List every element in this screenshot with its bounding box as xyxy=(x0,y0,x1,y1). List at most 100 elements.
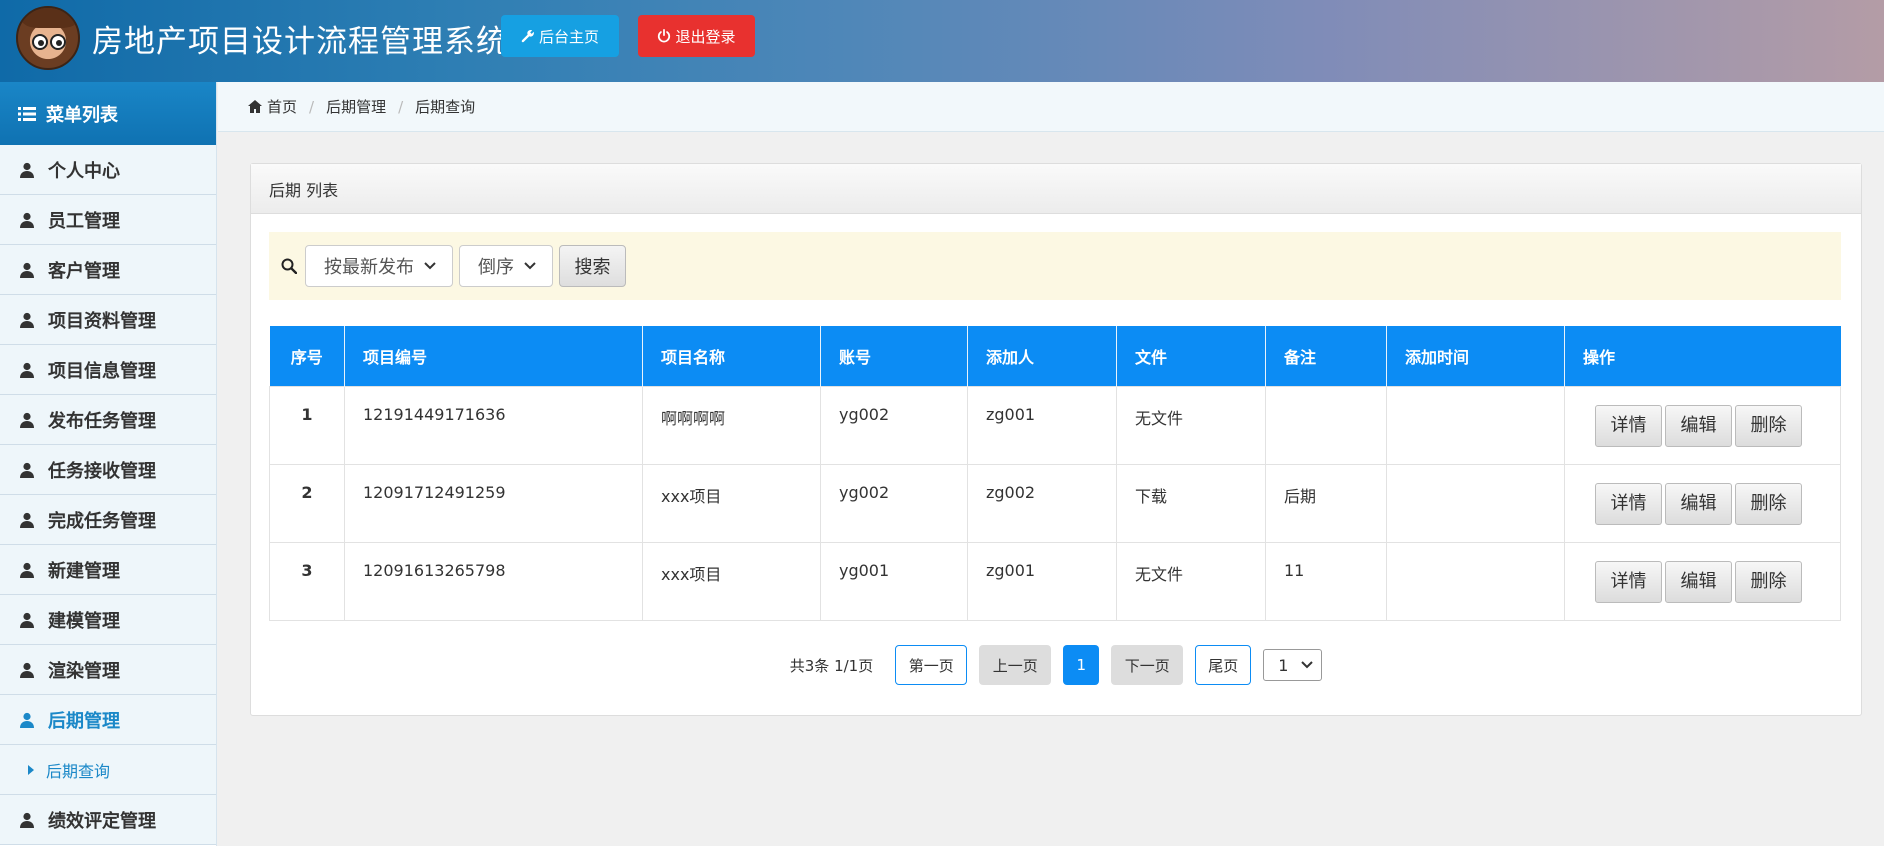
list-panel: 后期 列表 按最新发布 倒序 搜索 序号 项目编号 项目名称 账号 添加人 文件… xyxy=(250,163,1862,716)
chevron-down-icon xyxy=(424,262,436,270)
sidebar-item-label: 完成任务管理 xyxy=(48,510,156,532)
sidebar-item[interactable]: 客户管理 xyxy=(0,245,216,295)
panel-title: 后期 列表 xyxy=(251,164,1861,214)
current-page-button[interactable]: 1 xyxy=(1063,645,1100,685)
sidebar-item[interactable]: 项目信息管理 xyxy=(0,345,216,395)
column-header: 备注 xyxy=(1265,326,1387,386)
sidebar-item[interactable]: 发布任务管理 xyxy=(0,395,216,445)
table-cell-code: 12191449171636 xyxy=(344,385,643,465)
sidebar-item-label: 项目信息管理 xyxy=(48,360,156,382)
sidebar-heading-label: 菜单列表 xyxy=(46,104,118,126)
first-page-button[interactable]: 第一页 xyxy=(895,645,968,685)
table-cell-file: 无文件 xyxy=(1116,541,1266,621)
search-icon xyxy=(281,258,297,274)
table-cell-account: yg002 xyxy=(820,463,968,543)
sidebar-item[interactable]: 任务接收管理 xyxy=(0,445,216,495)
logout-button[interactable]: 退出登录 xyxy=(638,15,755,57)
table-cell-adder: zg001 xyxy=(967,541,1117,621)
breadcrumb-home[interactable]: 首页 xyxy=(267,96,297,117)
delete-button[interactable]: 删除 xyxy=(1735,404,1802,447)
page-select[interactable]: 1 xyxy=(1263,649,1323,681)
table-cell-actions: 详情 编辑 删除 xyxy=(1564,385,1841,465)
column-header: 项目编号 xyxy=(344,326,643,386)
user-icon xyxy=(20,812,34,828)
edit-button[interactable]: 编辑 xyxy=(1665,560,1732,603)
sidebar-item[interactable]: 个人中心 xyxy=(0,145,216,195)
user-icon xyxy=(20,462,34,478)
table-row: 3 12091613265798 xxx项目 yg001 zg001 无文件 11 详情 编辑删… xyxy=(269,541,1841,621)
sidebar-item-label: 发布任务管理 xyxy=(48,410,156,432)
logout-button-label: 退出登录 xyxy=(675,27,736,46)
user-icon xyxy=(20,362,34,378)
search-button[interactable]: 搜索 xyxy=(559,245,626,287)
sidebar-item-label: 项目资料管理 xyxy=(48,310,156,332)
sidebar-item-label: 建模管理 xyxy=(48,610,120,632)
sidebar-item-label: 客户管理 xyxy=(48,260,120,282)
sidebar-item[interactable]: 完成任务管理 xyxy=(0,495,216,545)
user-icon xyxy=(20,512,34,528)
edit-button[interactable]: 编辑 xyxy=(1665,482,1732,525)
table-cell-time xyxy=(1386,385,1565,465)
next-page-button[interactable]: 下一页 xyxy=(1111,645,1184,685)
table-cell-adder: zg002 xyxy=(967,463,1117,543)
edit-button[interactable]: 编辑 xyxy=(1665,404,1732,447)
sidebar-item[interactable]: 项目资料管理 xyxy=(0,295,216,345)
list-icon xyxy=(18,106,36,121)
detail-button[interactable]: 详情 xyxy=(1595,404,1662,447)
detail-button[interactable]: 详情 xyxy=(1595,482,1662,525)
order-select-value: 倒序 xyxy=(478,257,514,278)
chevron-down-icon xyxy=(1301,661,1313,669)
breadcrumb: 首页 / 后期管理 / 后期查询 xyxy=(218,82,1884,132)
sidebar-item-label: 任务接收管理 xyxy=(48,460,156,482)
top-header: 房地产项目设计流程管理系统 后台主页 退出登录 xyxy=(0,0,1884,82)
last-page-button[interactable]: 尾页 xyxy=(1195,645,1252,685)
table-cell-file[interactable]: 下载 xyxy=(1116,463,1266,543)
user-icon xyxy=(20,662,34,678)
sort-select[interactable]: 按最新发布 xyxy=(305,245,453,287)
sidebar-item[interactable]: 绩效评定管理 xyxy=(0,795,216,845)
table-row: 2 12091712491259 xxx项目 yg002 zg002 下载 后期 详情 编辑 删除 xyxy=(269,463,1841,543)
sidebar-item-label: 员工管理 xyxy=(48,210,120,232)
column-header: 项目名称 xyxy=(642,326,821,386)
home-icon xyxy=(248,100,262,113)
sidebar-subitem[interactable]: 后期查询 xyxy=(0,745,216,795)
user-icon xyxy=(20,262,34,278)
table-cell-code: 12091712491259 xyxy=(344,463,643,543)
column-header: 操作 xyxy=(1564,326,1841,386)
caret-right-icon xyxy=(28,764,34,775)
sidebar-heading: 菜单列表 xyxy=(0,82,216,145)
sidebar-item[interactable]: 建模管理 xyxy=(0,595,216,645)
search-bar: 按最新发布 倒序 搜索 xyxy=(269,232,1841,300)
table-cell-file: 无文件 xyxy=(1116,385,1266,465)
column-header: 文件 xyxy=(1116,326,1266,386)
sidebar: 菜单列表 个人中心员工管理客户管理项目资料管理 项目信息管理 发布任务管理 任务接收管… xyxy=(0,82,217,846)
delete-button[interactable]: 删除 xyxy=(1735,560,1802,603)
order-select[interactable]: 倒序 xyxy=(459,245,553,287)
delete-button[interactable]: 删除 xyxy=(1735,482,1802,525)
detail-button[interactable]: 详情 xyxy=(1595,560,1662,603)
sidebar-subitem-label: 后期查询 xyxy=(46,761,111,781)
sidebar-item[interactable]: 新建管理 xyxy=(0,545,216,595)
table-cell-idx: 1 xyxy=(269,385,345,465)
pagination-summary: 共3条 1/1页 xyxy=(789,656,874,675)
wrench-icon xyxy=(521,30,534,43)
sidebar-item-label: 新建管理 xyxy=(48,560,120,582)
power-icon xyxy=(658,29,671,43)
table-cell-name: 啊啊啊啊 xyxy=(642,385,821,465)
table-cell-note: 11 xyxy=(1265,541,1387,621)
user-icon xyxy=(20,412,34,428)
prev-page-button[interactable]: 上一页 xyxy=(979,645,1052,685)
column-header: 添加人 xyxy=(967,326,1117,386)
sidebar-item[interactable]: 员工管理 xyxy=(0,195,216,245)
column-header: 添加时间 xyxy=(1386,326,1565,386)
breadcrumb-section[interactable]: 后期管理 xyxy=(326,96,386,117)
home-button-label: 后台主页 xyxy=(538,27,599,46)
home-button[interactable]: 后台主页 xyxy=(501,15,619,57)
sidebar-item[interactable]: 后期管理 xyxy=(0,695,216,745)
chevron-down-icon xyxy=(524,262,536,270)
user-icon xyxy=(20,312,34,328)
user-icon xyxy=(20,562,34,578)
table-cell-idx: 2 xyxy=(269,463,345,543)
sidebar-item[interactable]: 渲染管理 xyxy=(0,645,216,695)
avatar xyxy=(16,6,80,70)
